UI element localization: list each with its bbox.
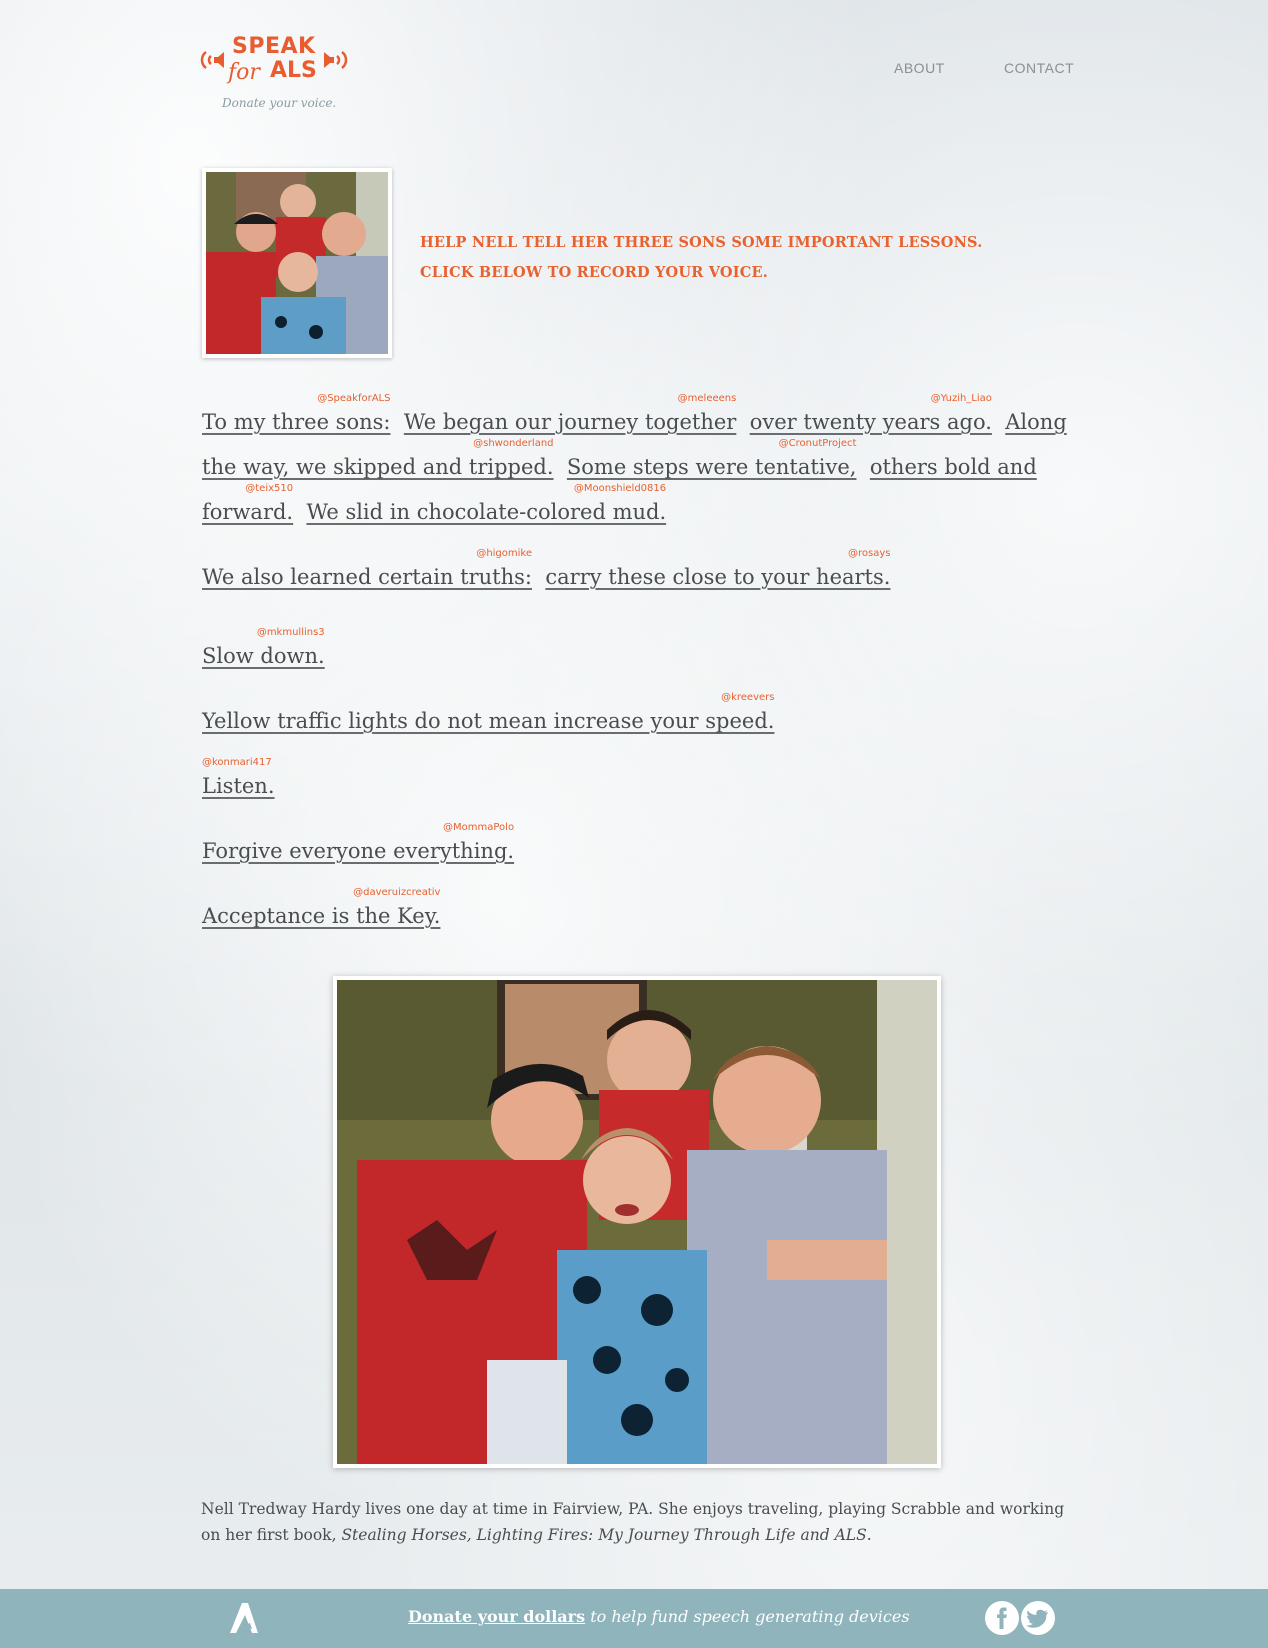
contributor-handle[interactable]: @SpeakforALS [317, 393, 390, 404]
poem-line-9: Acceptance is the Key. @daveruizcreativ [202, 887, 440, 928]
poem-line-1: To my three sons: @SpeakforALS We began o… [202, 393, 1067, 434]
poem-fragment[interactable]: Some steps were tentative, @CronutProject [567, 438, 857, 479]
book-title: Stealing Horses, Lighting Fires: My Jour… [341, 1526, 867, 1544]
contributor-handle[interactable]: @daveruizcreativ [353, 887, 440, 898]
speaker-right-icon [324, 51, 348, 69]
poem-fragment[interactable]: carry these close to your hearts. @rosays [545, 548, 890, 589]
poem-fragment[interactable]: Yellow traffic lights do not mean increa… [202, 692, 774, 733]
poem-line-2: the way, we skipped and tripped. @shwonde… [202, 438, 1037, 479]
logo-speak-text: SPEAK [232, 34, 316, 59]
poem-fragment[interactable]: Along [1005, 410, 1067, 434]
speaker-left-icon [200, 51, 224, 69]
contributor-handle[interactable]: @teix510 [245, 483, 293, 494]
family-thumbnail [202, 168, 392, 358]
cta-line-1: HELP NELL TELL HER THREE SONS SOME IMPOR… [420, 234, 983, 251]
poem-fragment[interactable]: We also learned certain truths: @higomike [202, 548, 532, 589]
poem-fragment[interactable]: forward. @teix510 [202, 483, 293, 524]
contributor-handle[interactable]: @kreevers [721, 692, 774, 703]
poem-line-7: Listen. @konmari417 [202, 757, 275, 798]
contributor-handle[interactable]: @Yuzih_Liao [931, 393, 992, 404]
speak-for-als-logo[interactable]: SPEAK for ALS [200, 32, 352, 90]
donate-dollars-link[interactable]: Donate your dollars [408, 1607, 585, 1626]
site-header: SPEAK for ALS Donate your voice. ABOUT C… [0, 0, 1268, 140]
site-footer: Donate your dollars to help fund speech … [0, 1589, 1268, 1648]
logo-for-text: for [228, 60, 260, 85]
family-photo-image [337, 980, 937, 1464]
family-photo [333, 976, 941, 1468]
poem-fragment[interactable]: others bold and [870, 455, 1037, 479]
poem-fragment[interactable]: Forgive everyone everything. @MommaPolo [202, 822, 514, 863]
contributor-handle[interactable]: @meleeens [678, 393, 737, 404]
contributor-handle[interactable]: @mkmullins3 [257, 627, 325, 638]
poem-fragment[interactable]: the way, we skipped and tripped. @shwonde… [202, 438, 554, 479]
contributor-handle[interactable]: @shwonderland [473, 438, 553, 449]
facebook-icon[interactable] [985, 1601, 1019, 1635]
bio-paragraph: Nell Tredway Hardy lives one day at time… [201, 1496, 1081, 1548]
contributor-handle[interactable]: @MommaPolo [443, 822, 514, 833]
bio-end: . [866, 1526, 872, 1544]
contributor-handle[interactable]: @CronutProject [779, 438, 857, 449]
donate-rest-text: to help fund speech generating devices [585, 1607, 910, 1626]
footer-donate-text: Donate your dollars to help fund speech … [408, 1607, 910, 1626]
poem-line-5: Slow down. @mkmullins3 [202, 627, 325, 668]
poem-fragment[interactable]: We slid in chocolate-colored mud. @Moonsh… [306, 483, 666, 524]
twitter-icon[interactable] [1021, 1601, 1055, 1635]
contributor-handle[interactable]: @higomike [476, 548, 532, 559]
poem-line-3: forward. @teix510 We slid in chocolate-co… [202, 483, 666, 524]
cta-line-2: CLICK BELOW TO RECORD YOUR VOICE. [420, 264, 768, 281]
contributor-handle[interactable]: @Moonshield0816 [574, 483, 666, 494]
als-logo-icon[interactable] [226, 1601, 262, 1635]
nav-about[interactable]: ABOUT [894, 60, 945, 76]
nav-contact[interactable]: CONTACT [1004, 60, 1074, 76]
poem-line-4: We also learned certain truths: @higomike… [202, 548, 890, 589]
poem-fragment[interactable]: Acceptance is the Key. @daveruizcreativ [202, 887, 440, 928]
poem-line-6: Yellow traffic lights do not mean increa… [202, 692, 774, 733]
poem-fragment[interactable]: Listen. @konmari417 [202, 757, 275, 798]
poem-fragment[interactable]: To my three sons: @SpeakforALS [202, 393, 390, 434]
contributor-handle[interactable]: @rosays [848, 548, 890, 559]
poem-fragment[interactable]: We began our journey together @meleeens [404, 393, 736, 434]
poem-line-8: Forgive everyone everything. @MommaPolo [202, 822, 514, 863]
family-thumbnail-photo [206, 172, 388, 354]
poem-fragment[interactable]: Slow down. @mkmullins3 [202, 627, 325, 668]
tagline: Donate your voice. [222, 96, 337, 110]
contributor-handle[interactable]: @konmari417 [202, 757, 272, 768]
logo-als-text: ALS [270, 58, 317, 83]
poem-fragment[interactable]: over twenty years ago. @Yuzih_Liao [750, 393, 992, 434]
